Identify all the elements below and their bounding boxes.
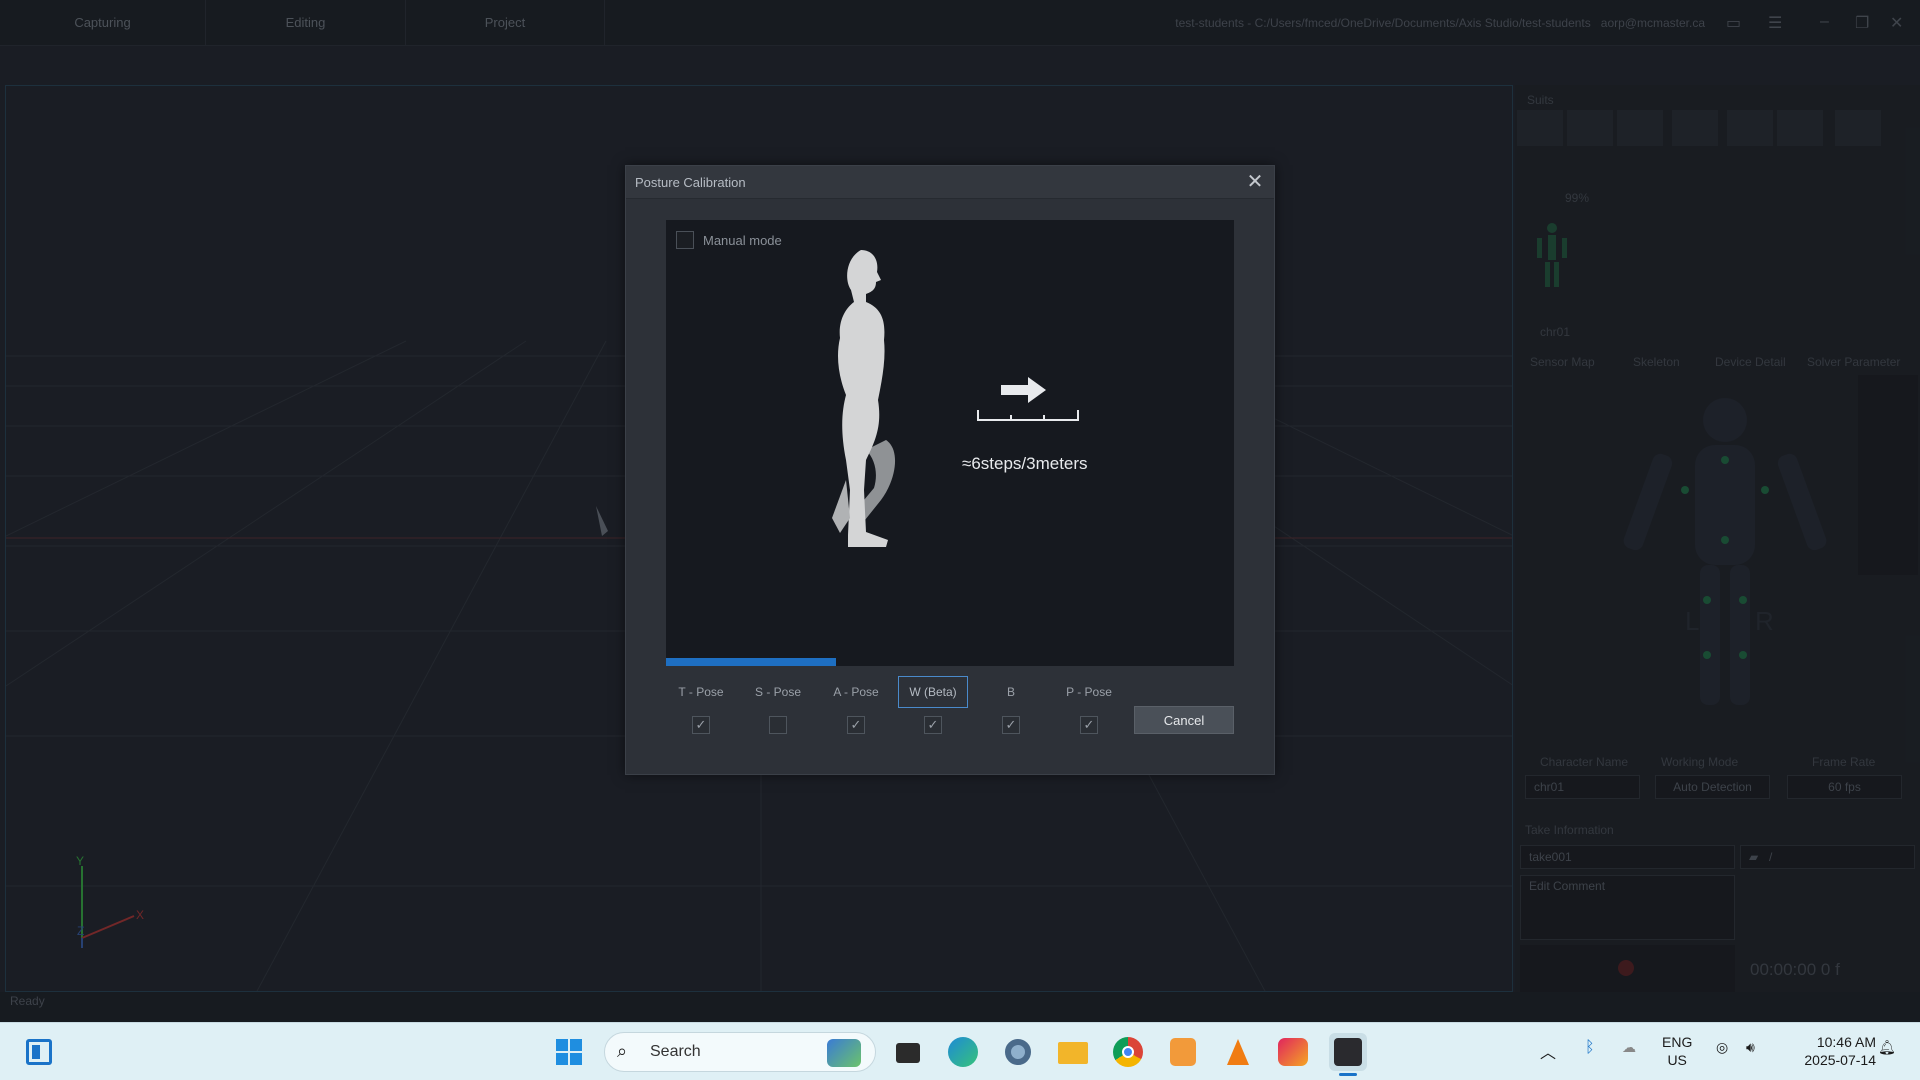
search-icon: ⌕ (617, 1041, 628, 1061)
clock-time: 10:46 AM (1816, 1034, 1876, 1050)
pose-b-label[interactable]: B (976, 676, 1046, 708)
pose-t-label[interactable]: T - Pose (666, 676, 736, 708)
start-icon[interactable] (552, 1035, 586, 1069)
notification-bell-icon[interactable]: 🔔︎ (1878, 1039, 1896, 1056)
network-icon[interactable]: ◎ (1716, 1039, 1728, 1056)
language-line1: ENG (1662, 1034, 1693, 1050)
cancel-button[interactable]: Cancel (1134, 706, 1234, 734)
pose-p[interactable]: P - Pose ✓ (1054, 676, 1124, 734)
manual-mode-checkbox[interactable] (676, 231, 694, 249)
pose-p-label[interactable]: P - Pose (1054, 676, 1124, 708)
file-explorer-icon[interactable] (1054, 1033, 1092, 1071)
language-line2: US (1667, 1052, 1687, 1068)
pose-a[interactable]: A - Pose ✓ (821, 676, 891, 734)
creative-cloud-icon[interactable] (1274, 1033, 1312, 1071)
calibration-preview: Manual mode ≈6steps/3meters (666, 220, 1234, 666)
pose-p-checkbox[interactable]: ✓ (1080, 716, 1098, 734)
cloud-icon[interactable]: ☁ (1622, 1039, 1636, 1056)
pose-s-label[interactable]: S - Pose (743, 676, 813, 708)
manual-mode-label: Manual mode (703, 232, 782, 248)
media-player-icon[interactable] (1164, 1033, 1202, 1071)
posture-calibration-dialog: Posture Calibration ✕ Manual mode ≈6step… (625, 165, 1275, 775)
calibration-progress-fill (666, 658, 837, 666)
edge-icon[interactable] (944, 1033, 982, 1071)
calibration-progress-bar (666, 658, 1234, 666)
pose-t-checkbox[interactable]: ✓ (692, 716, 710, 734)
clock-date: 2025-07-14 (1804, 1052, 1876, 1068)
language-indicator[interactable]: ENG US (1662, 1033, 1692, 1069)
close-icon[interactable]: ✕ (1244, 171, 1266, 193)
manual-mode-option[interactable]: Manual mode (676, 230, 782, 250)
pose-w-beta[interactable]: W (Beta) ✓ (898, 676, 968, 734)
pose-a-label[interactable]: A - Pose (821, 676, 891, 708)
distance-hint: ≈6steps/3meters (962, 454, 1088, 473)
search-label: Search (650, 1043, 701, 1060)
widgets-icon[interactable] (22, 1035, 56, 1069)
pose-b[interactable]: B ✓ (976, 676, 1046, 734)
pose-t[interactable]: T - Pose ✓ (666, 676, 736, 734)
pose-w-beta-checkbox[interactable]: ✓ (924, 716, 942, 734)
chrome-icon[interactable] (1109, 1033, 1147, 1071)
pose-s-checkbox[interactable] (769, 716, 787, 734)
pose-selector: T - Pose ✓ S - Pose A - Pose ✓ W (Beta) … (666, 676, 1126, 746)
pose-w-beta-label[interactable]: W (Beta) (898, 676, 968, 708)
bluetooth-icon[interactable]: ᛒ (1585, 1039, 1595, 1057)
taskbar-search[interactable]: ⌕ Search (604, 1032, 876, 1072)
volume-icon[interactable]: 🔊︎ (1746, 1039, 1755, 1056)
walking-figure-icon (832, 250, 896, 547)
task-view-icon[interactable] (888, 1033, 926, 1071)
windows-taskbar: ⌕ Search ︿ ᛒ ☁ ENG US ◎ 🔊︎ 10:46 AM 2025… (0, 1022, 1920, 1080)
axis-studio-icon[interactable] (1329, 1033, 1367, 1076)
pose-s[interactable]: S - Pose (743, 676, 813, 734)
settings-icon[interactable] (999, 1033, 1037, 1071)
dialog-title-bar: Posture Calibration ✕ (626, 166, 1274, 199)
search-highlight-icon (827, 1039, 861, 1067)
pose-b-checkbox[interactable]: ✓ (1002, 716, 1020, 734)
direction-arrow-icon (977, 377, 1079, 421)
pose-a-checkbox[interactable]: ✓ (847, 716, 865, 734)
chevron-up-icon[interactable]: ︿ (1540, 1039, 1556, 1063)
vlc-icon[interactable] (1219, 1033, 1257, 1071)
dialog-title: Posture Calibration (635, 175, 746, 190)
clock[interactable]: 10:46 AM 2025-07-14 (1786, 1033, 1876, 1069)
